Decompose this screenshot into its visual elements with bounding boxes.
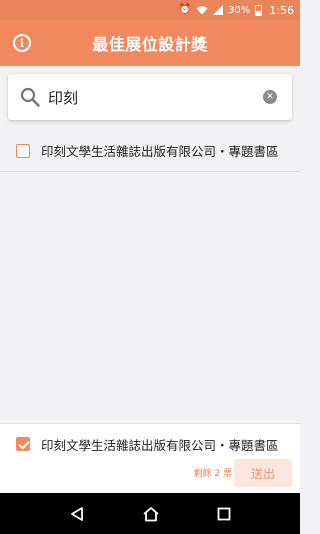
clear-icon[interactable]: ✕ <box>263 90 277 104</box>
info-icon[interactable]: i <box>13 34 31 52</box>
search-icon <box>20 87 40 107</box>
search-area: ✕ <box>0 66 300 130</box>
search-input[interactable] <box>48 85 258 109</box>
home-icon[interactable] <box>142 506 160 522</box>
status-time: 1:56 <box>269 3 294 17</box>
submit-button[interactable]: 送出 <box>234 459 292 487</box>
alarm-icon: ⏰ <box>178 4 192 15</box>
battery-icon <box>255 4 263 16</box>
system-nav-bar <box>0 493 300 534</box>
result-checkbox[interactable] <box>16 143 30 158</box>
recents-icon[interactable] <box>217 507 231 521</box>
selected-checkbox[interactable] <box>16 437 30 451</box>
app-bar: i 最佳展位設計獎 <box>0 20 300 66</box>
page-title: 最佳展位設計獎 <box>92 35 208 54</box>
selected-item[interactable]: 印刻文學生活雜誌出版有限公司・專題書區 <box>0 433 300 455</box>
back-icon[interactable] <box>69 506 85 522</box>
remaining-votes: 剩餘 2 票 <box>193 469 232 479</box>
wifi-icon <box>196 6 208 15</box>
signal-icon <box>213 5 224 15</box>
search-box: ✕ <box>8 74 292 120</box>
status-bar: ⏰ 30% 1:56 <box>0 0 300 20</box>
selection-panel: 印刻文學生活雜誌出版有限公司・專題書區 剩餘 2 票 送出 <box>0 423 300 493</box>
battery-percent: 30% <box>228 4 251 16</box>
list-item-label: 印刻文學生活雜誌出版有限公司・專題書區 <box>41 144 279 159</box>
selected-item-label: 印刻文學生活雜誌出版有限公司・專題書區 <box>41 437 279 453</box>
list-item[interactable]: 印刻文學生活雜誌出版有限公司・專題書區 <box>0 130 300 172</box>
